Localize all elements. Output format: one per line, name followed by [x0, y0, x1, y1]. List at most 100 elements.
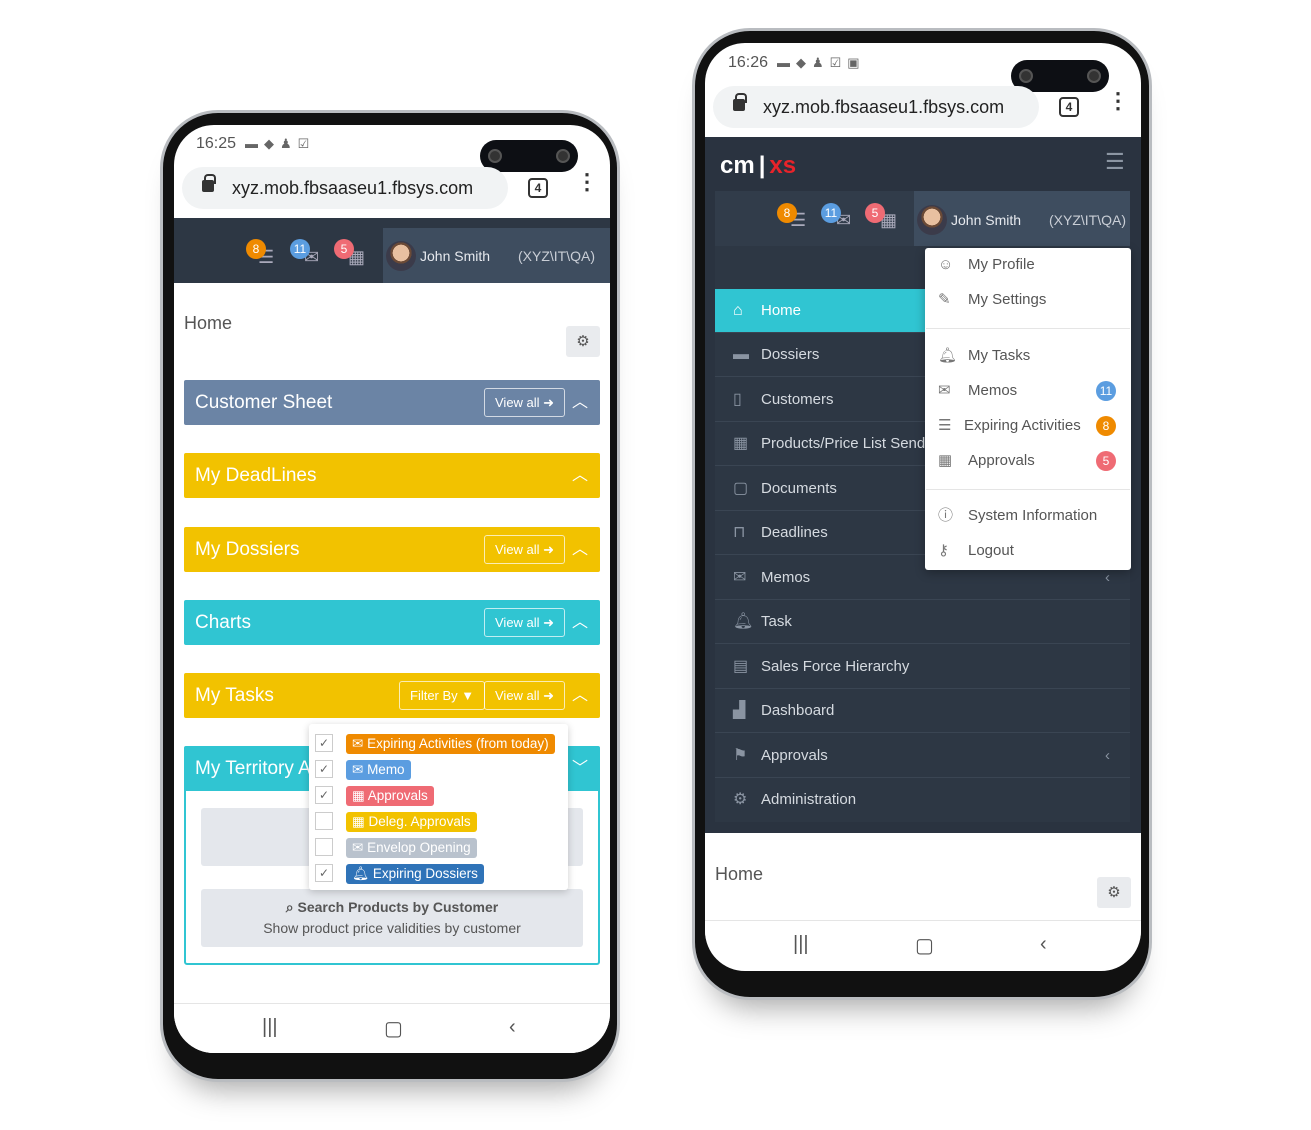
bar-chart-icon: ▟ — [733, 702, 746, 719]
filter-checkbox[interactable]: ✓ — [315, 734, 333, 752]
menu-my-profile[interactable]: ☺ My Profile — [926, 248, 1130, 282]
filter-memo[interactable]: ✉ Memo — [346, 760, 411, 780]
logo[interactable]: cm | xs — [720, 152, 796, 180]
settings-button[interactable]: ⚙ — [1097, 877, 1131, 908]
menu-expiring-activities[interactable]: ☰ Expiring Activities 8 — [926, 409, 1130, 443]
more-menu-icon[interactable]: ⋮ — [1107, 90, 1129, 112]
wrench-icon: ✎ — [938, 291, 951, 308]
chevron-up-icon[interactable]: ︿ — [572, 673, 588, 718]
menu-approvals[interactable]: ▦ Approvals 5 — [926, 444, 1130, 478]
page-title: Home — [715, 864, 764, 884]
memos-badge: 11 — [1096, 381, 1116, 401]
card-title: My Territory A — [195, 758, 311, 779]
status-icons: ▬◆♟☑ — [245, 136, 316, 151]
status-time: 16:26 — [728, 54, 769, 71]
menu-system-information[interactable]: ⓘ System Information — [926, 499, 1130, 533]
filter-approvals[interactable]: ▦ Approvals — [346, 786, 434, 806]
chevron-up-icon[interactable]: ︿ — [572, 600, 588, 645]
briefcase-icon: ▬ — [733, 346, 749, 363]
card-title: My Tasks — [195, 685, 274, 706]
url-bar[interactable]: xyz.mob.fbsaaseu1.fbsys.com — [713, 86, 1039, 128]
approvals-badge: 5 — [865, 203, 885, 223]
expiring-badge: 8 — [246, 239, 266, 259]
tab-count-button[interactable]: 4 — [1059, 97, 1079, 117]
view-all-button[interactable]: View all ➜ — [484, 608, 566, 637]
file-icon: ▢ — [733, 480, 749, 497]
view-all-button[interactable]: View all ➜ — [484, 681, 566, 710]
back-icon[interactable]: ‹ — [1040, 933, 1047, 956]
search-products-by-customer-box[interactable]: ⌕ Search Products by Customer Show produc… — [201, 889, 583, 947]
chevron-up-icon[interactable]: ︿ — [572, 527, 588, 572]
user-name[interactable]: John Smith — [420, 248, 490, 264]
filter-checkbox[interactable]: ✓ — [315, 760, 333, 778]
divider — [926, 328, 1130, 329]
filter-expiring-dossiers[interactable]: 🔔︎ Expiring Dossiers — [346, 864, 484, 884]
recent-apps-icon[interactable]: ||| — [793, 933, 809, 956]
menu-logout[interactable]: ⚷ Logout — [926, 534, 1130, 568]
tab-count-button[interactable]: 4 — [528, 178, 548, 198]
camera-cutout — [480, 140, 578, 172]
chevron-up-icon[interactable]: ︿ — [572, 380, 588, 425]
card-title: Charts — [195, 612, 251, 633]
filter-checkbox[interactable] — [315, 838, 333, 856]
card-my-dossiers[interactable]: My Dossiers View all ➜ ︿ — [184, 527, 600, 572]
card-title: My DeadLines — [195, 465, 317, 486]
filter-by-button[interactable]: Filter By ▼ — [399, 681, 486, 710]
filter-envelop-opening[interactable]: ✉ Envelop Opening — [346, 838, 477, 858]
sidebar-item-approvals[interactable]: ⚑ Approvals ‹ — [715, 734, 1130, 778]
card-my-deadlines[interactable]: My DeadLines ︿ — [184, 453, 600, 498]
chevron-down-icon[interactable]: ﹀ — [572, 746, 588, 791]
menu-memos[interactable]: ✉ Memos 11 — [926, 374, 1130, 408]
home-nav-icon[interactable]: ▢ — [384, 1016, 403, 1041]
grid-icon: ▦ — [733, 435, 749, 452]
card-customer-sheet[interactable]: Customer Sheet View all ➜ ︿ — [184, 380, 600, 425]
list-icon: ☰ — [938, 417, 952, 434]
url-text: xyz.mob.fbsaaseu1.fbsys.com — [763, 97, 1005, 117]
sidebar-item-administration[interactable]: ⚙ Administration — [715, 778, 1130, 822]
recent-apps-icon[interactable]: ||| — [262, 1016, 278, 1039]
view-all-button[interactable]: View all ➜ — [484, 388, 566, 417]
bell-icon: 🔔︎ — [938, 347, 958, 364]
bookmark-icon: ⊓ — [733, 524, 746, 541]
menu-my-tasks[interactable]: 🔔︎ My Tasks — [926, 339, 1130, 373]
avatar[interactable] — [386, 241, 416, 271]
lock-icon — [733, 93, 747, 111]
filter-expiring-activities[interactable]: ✉ Expiring Activities (from today) — [346, 734, 555, 754]
filter-checkbox[interactable] — [315, 812, 333, 830]
sidebar-item-dashboard[interactable]: ▟ Dashboard — [715, 689, 1130, 733]
avatar[interactable] — [917, 205, 947, 235]
user-org: (XYZ\IT\QA) — [518, 248, 595, 264]
info-icon: ⓘ — [938, 507, 954, 524]
bell-icon: 🔔︎ — [733, 613, 754, 630]
home-nav-icon[interactable]: ▢ — [915, 933, 934, 958]
divider — [926, 489, 1130, 490]
android-nav-bar: ||| ▢ ‹ — [705, 920, 1141, 970]
filter-checkbox[interactable]: ✓ — [315, 864, 333, 882]
hamburger-icon[interactable]: ☰ — [1105, 151, 1125, 173]
approvals-badge: 5 — [1096, 451, 1116, 471]
sidebar-item-sales-force[interactable]: ▤ Sales Force Hierarchy — [715, 645, 1130, 689]
card-title: Customer Sheet — [195, 392, 333, 413]
status-time: 16:25 — [196, 135, 237, 152]
card-charts[interactable]: Charts View all ➜ ︿ — [184, 600, 600, 645]
chevron-up-icon[interactable]: ︿ — [572, 453, 588, 498]
gear-icon: ⚙ — [733, 791, 748, 808]
menu-my-settings[interactable]: ✎ My Settings — [926, 283, 1130, 317]
approvals-badge: 5 — [334, 239, 354, 259]
more-menu-icon[interactable]: ⋮ — [576, 171, 598, 193]
filter-deleg-approvals[interactable]: ▦ Deleg. Approvals — [346, 812, 477, 832]
table-icon: ▤ — [733, 658, 749, 675]
android-nav-bar: ||| ▢ ‹ — [174, 1003, 610, 1053]
view-all-button[interactable]: View all ➜ — [484, 535, 566, 564]
back-icon[interactable]: ‹ — [509, 1016, 516, 1039]
memos-badge: 11 — [821, 203, 841, 223]
url-bar[interactable]: xyz.mob.fbsaaseu1.fbsys.com — [182, 167, 508, 209]
filter-checkbox[interactable]: ✓ — [315, 786, 333, 804]
settings-button[interactable]: ⚙ — [566, 326, 600, 357]
user-name[interactable]: John Smith — [951, 212, 1021, 228]
user-org: (XYZ\IT\QA) — [1049, 212, 1126, 228]
card-my-tasks[interactable]: My Tasks Filter By ▼ View all ➜ ︿ — [184, 673, 600, 718]
memos-badge: 11 — [290, 239, 310, 259]
envelope-icon: ✉ — [938, 382, 951, 399]
sidebar-item-task[interactable]: 🔔︎ Task — [715, 600, 1130, 644]
